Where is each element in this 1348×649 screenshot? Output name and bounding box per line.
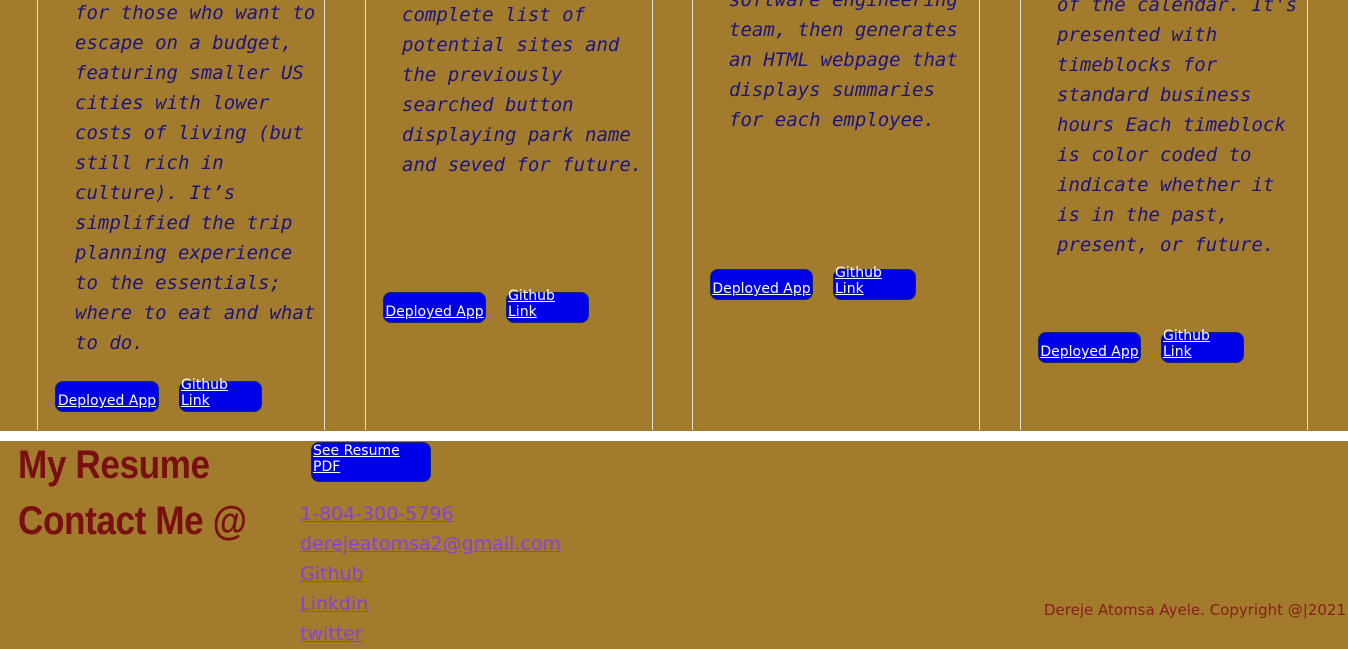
contact-heading: Contact Me @ xyxy=(18,499,247,543)
email-link[interactable]: derejeatomsa2@gmail.com xyxy=(300,529,561,559)
project-description: software engineering team, then generate… xyxy=(729,0,958,131)
project-card: for those who want to escape on a budget… xyxy=(37,0,325,430)
github-link-button[interactable]: Github Link xyxy=(179,377,262,412)
resume-heading: My Resume xyxy=(18,443,210,487)
footer: My Resume See Resume PDF Contact Me @ 1-… xyxy=(0,441,1348,645)
project-card: of the calendar. It's presented with tim… xyxy=(1020,0,1308,430)
github-link-button[interactable]: Github Link xyxy=(506,288,589,323)
see-resume-pdf-button[interactable]: See Resume PDF xyxy=(311,442,431,482)
project-description: complete list of potential sites and the… xyxy=(402,4,643,176)
linkedin-link[interactable]: Linkdin xyxy=(300,589,368,619)
project-card: software engineering team, then generate… xyxy=(692,0,980,430)
phone-link[interactable]: 1-804-300-5796 xyxy=(300,499,454,529)
section-divider xyxy=(0,431,1348,441)
project-card: complete list of potential sites and the… xyxy=(365,0,653,430)
deployed-app-button[interactable]: Deployed App xyxy=(383,292,486,323)
deployed-app-button[interactable]: Deployed App xyxy=(1038,332,1141,363)
github-profile-link[interactable]: Github xyxy=(300,559,364,589)
project-description: of the calendar. It's presented with tim… xyxy=(1057,0,1298,256)
projects-section: for those who want to escape on a budget… xyxy=(0,0,1348,431)
deployed-app-button[interactable]: Deployed App xyxy=(55,381,159,412)
project-description: for those who want to escape on a budget… xyxy=(75,2,316,354)
copyright-text: Dereje Atomsa Ayele. Copyright @|2021 xyxy=(1043,601,1346,619)
github-link-button[interactable]: Github Link xyxy=(1161,328,1244,363)
deployed-app-button[interactable]: Deployed App xyxy=(710,269,813,300)
github-link-button[interactable]: Github Link xyxy=(833,265,916,300)
